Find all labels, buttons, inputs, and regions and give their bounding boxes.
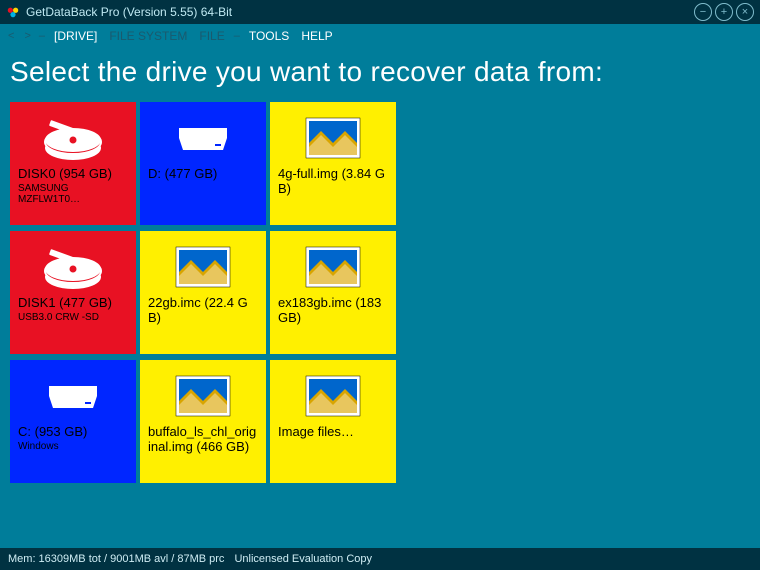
image-icon: [148, 368, 258, 423]
tile-disk0[interactable]: DISK0 (954 GB) SAMSUNG MZFLW1T0…: [10, 102, 136, 225]
menu-sep: –: [232, 30, 242, 42]
tile-sublabel: SAMSUNG MZFLW1T0…: [18, 183, 128, 206]
app-icon: [6, 5, 20, 19]
tile-4g-full-img[interactable]: 4g-full.img (3.84 GB): [270, 102, 396, 225]
tile-drive-c[interactable]: C: (953 GB) Windows: [10, 360, 136, 483]
tile-sublabel: Windows: [18, 441, 128, 453]
tile-label: DISK0 (954 GB): [18, 167, 128, 182]
nav-sep: –: [37, 30, 47, 42]
image-icon: [148, 239, 258, 294]
tile-ex183gb-imc[interactable]: ex183gb.imc (183 GB): [270, 231, 396, 354]
titlebar: GetDataBack Pro (Version 5.55) 64-Bit − …: [0, 0, 760, 24]
menu-drive[interactable]: [DRIVE]: [49, 28, 102, 44]
tile-label: 4g-full.img (3.84 GB): [278, 167, 388, 197]
hdd-icon: [18, 239, 128, 294]
page-heading: Select the drive you want to recover dat…: [0, 48, 760, 102]
tile-label: DISK1 (477 GB): [18, 296, 128, 311]
statusbar: Mem: 16309MB tot / 9001MB avl / 87MB prc…: [0, 548, 760, 570]
nav-back[interactable]: <: [4, 30, 18, 42]
status-memory: Mem: 16309MB tot / 9001MB avl / 87MB prc: [8, 553, 224, 565]
tile-label: Image files…: [278, 425, 388, 440]
app-title: GetDataBack Pro (Version 5.55) 64-Bit: [26, 5, 694, 19]
tile-buffalo-img[interactable]: buffalo_ls_chl_original.img (466 GB): [140, 360, 266, 483]
menu-filesystem[interactable]: FILE SYSTEM: [104, 28, 192, 44]
minimize-button[interactable]: −: [694, 3, 712, 21]
window-controls: − + ×: [694, 3, 754, 21]
menu-file[interactable]: FILE: [194, 28, 229, 44]
maximize-button[interactable]: +: [715, 3, 733, 21]
drive-icon: [148, 110, 258, 165]
menu-help[interactable]: HELP: [296, 28, 337, 44]
tile-22gb-imc[interactable]: 22gb.imc (22.4 GB): [140, 231, 266, 354]
tile-drive-d[interactable]: D: (477 GB): [140, 102, 266, 225]
menu-tools[interactable]: TOOLS: [244, 28, 294, 44]
status-license: Unlicensed Evaluation Copy: [234, 553, 372, 565]
tile-disk1[interactable]: DISK1 (477 GB) USB3.0 CRW -SD: [10, 231, 136, 354]
drive-grid: DISK0 (954 GB) SAMSUNG MZFLW1T0… D: (477…: [0, 102, 760, 483]
close-button[interactable]: ×: [736, 3, 754, 21]
image-icon: [278, 239, 388, 294]
tile-label: buffalo_ls_chl_original.img (466 GB): [148, 425, 258, 455]
hdd-icon: [18, 110, 128, 165]
tile-sublabel: USB3.0 CRW -SD: [18, 312, 128, 324]
tile-label: ex183gb.imc (183 GB): [278, 296, 388, 326]
tile-label: C: (953 GB): [18, 425, 128, 440]
image-icon: [278, 368, 388, 423]
drive-icon: [18, 368, 128, 423]
tile-label: D: (477 GB): [148, 167, 258, 182]
image-icon: [278, 110, 388, 165]
tile-image-files[interactable]: Image files…: [270, 360, 396, 483]
menubar: < > – [DRIVE] FILE SYSTEM FILE – TOOLS H…: [0, 24, 760, 48]
nav-forward[interactable]: >: [20, 30, 34, 42]
tile-label: 22gb.imc (22.4 GB): [148, 296, 258, 326]
